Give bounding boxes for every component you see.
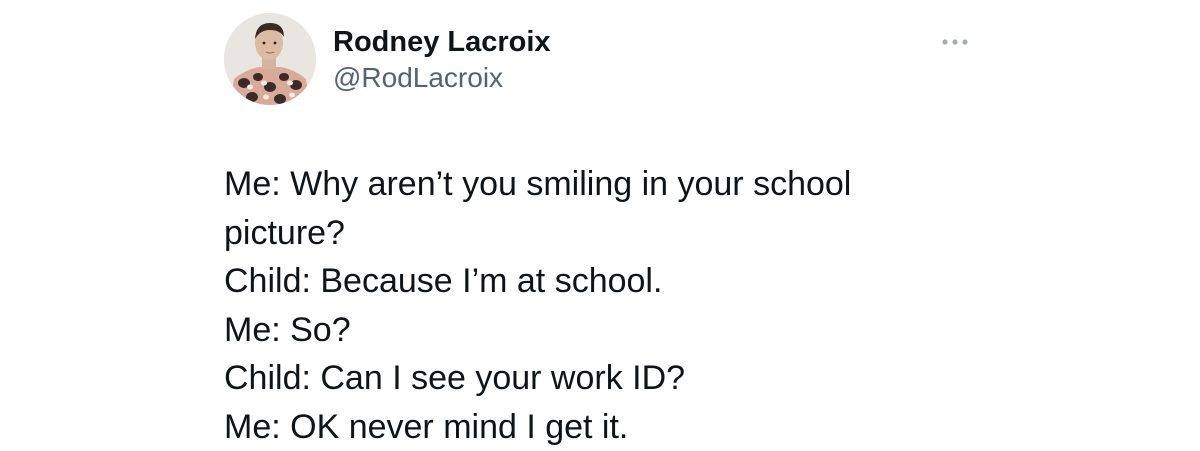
user-avatar-icon (224, 13, 316, 105)
tweet-line: Child: Because I’m at school. (224, 257, 924, 306)
tweet-text: Me: Why aren’t you smiling in your schoo… (224, 160, 924, 451)
tweet-line: Me: Why aren’t you smiling in your schoo… (224, 160, 924, 209)
tweet-card: Rodney Lacroix @RodLacroix Me: Why aren’… (0, 0, 1200, 446)
author-display-name[interactable]: Rodney Lacroix (333, 24, 551, 60)
tweet-line: Me: OK never mind I get it. (224, 403, 924, 451)
more-options-button[interactable] (936, 30, 976, 54)
more-horizontal-icon (938, 37, 974, 47)
avatar[interactable] (224, 13, 316, 105)
tweet-line: Child: Can I see your work ID? (224, 354, 924, 403)
author-handle[interactable]: @RodLacroix (333, 61, 503, 95)
tweet-line: picture? (224, 209, 924, 258)
tweet-line: Me: So? (224, 306, 924, 355)
